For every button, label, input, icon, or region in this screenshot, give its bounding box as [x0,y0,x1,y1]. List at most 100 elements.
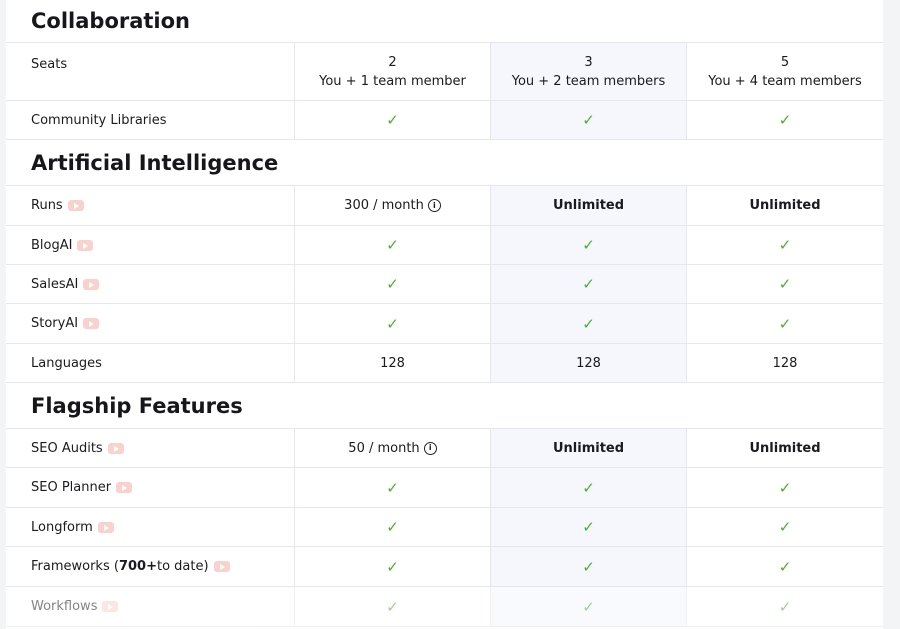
table-row-seo-audits: SEO Audits 50 / month i Unlimited Unlimit… [6,429,883,468]
row-label-text: SEO Planner [31,480,112,495]
value-text: Unlimited [552,198,625,213]
check-icon: ✓ [778,111,792,129]
table-row-runs: Runs 300 / month i Unlimited Unlimited [6,186,883,226]
check-icon: ✓ [386,597,399,616]
row-label-text: BlogAI [31,237,73,253]
row-label-suffix: to date) [156,559,209,574]
row-label-text: Community Libraries [31,112,167,128]
section-title-flagship-features: Flagship Features [6,383,883,429]
value-text: 300 / month [344,198,424,213]
check-icon: ✓ [386,111,399,129]
row-label: Seats [6,43,295,100]
row-label-text: SalesAI [31,276,79,292]
value-text: 50 / month [348,440,420,456]
row-label-text: Workflows [31,599,98,614]
row-label: SEO Planner [6,468,295,507]
pricing-comparison-table: Collaboration Seats 2 You + 1 team membe… [6,0,883,629]
table-row-workflows: Workflows ✓ ✓ ✓ [6,587,883,627]
row-label: StoryAI [6,304,295,343]
video-icon[interactable] [77,239,94,251]
seat-description: You + 2 team members [511,73,666,89]
section-title-artificial-intelligence: Artificial Intelligence [6,140,883,186]
value-text: Unlimited [552,440,625,456]
check-icon: ✓ [386,275,399,293]
seat-description: You + 4 team members [708,73,862,89]
video-icon[interactable] [83,278,100,290]
row-label-text: Seats [31,57,68,72]
row-label: Community Libraries [6,101,295,139]
check-icon: ✓ [778,314,792,333]
seat-count: 2 [388,54,397,70]
plan-3-seats: 5 You + 4 team members [687,43,883,100]
table-row-community-libraries: Community Libraries ✓ ✓ ✓ [6,101,883,140]
row-label: SalesAI [6,265,295,303]
check-icon: ✓ [582,275,595,293]
plan-1-seats: 2 You + 1 team member [295,43,491,100]
check-icon: ✓ [582,518,595,536]
check-icon: ✓ [295,101,491,139]
row-label-text: Languages [31,355,102,371]
check-icon: ✓ [582,111,595,129]
check-icon: ✓ [778,275,792,293]
row-label-text: Longform [31,519,93,535]
row-label: SEO Audits [6,429,295,467]
seat-count: 3 [584,54,593,70]
row-label-text: Runs [31,198,63,213]
value-text: Unlimited [749,440,821,456]
check-icon: ✓ [778,518,792,536]
row-label: Frameworks (700+ to date) [6,547,295,586]
check-icon: ✓ [386,518,399,536]
check-icon: ✓ [778,478,792,497]
runs-value: Unlimited [687,186,883,225]
check-icon: ✓ [386,557,399,576]
plan-2-seats: 3 You + 2 team members [491,43,687,100]
info-icon[interactable]: i [427,199,441,212]
table-row-seats: Seats 2 You + 1 team member 3 You + 2 te… [6,43,883,101]
video-icon[interactable] [83,318,100,329]
table-row-longform: Longform ✓ ✓ ✓ [6,508,883,547]
row-label-text: Frameworks ( [31,559,119,574]
table-row-seo-planner: SEO Planner ✓ ✓ ✓ [6,468,883,508]
table-row-salesai: SalesAI ✓ ✓ ✓ [6,265,883,304]
section-title-collaboration: Collaboration [6,0,883,43]
runs-value: Unlimited [491,186,687,225]
value-text: 128 [772,355,798,371]
row-label: Languages [6,344,295,382]
video-icon[interactable] [107,442,124,454]
check-icon: ✓ [491,101,687,139]
check-icon: ✓ [778,597,792,616]
seat-description: You + 1 team member [319,73,466,89]
check-icon: ✓ [582,597,595,616]
check-icon: ✓ [582,557,595,576]
info-icon[interactable]: i [423,441,437,455]
row-label-text: StoryAI [31,316,79,331]
check-icon: ✓ [582,478,595,497]
row-label: Runs [6,186,295,225]
value-text: 128 [380,355,405,371]
video-icon[interactable] [213,561,230,572]
check-icon: ✓ [687,101,883,139]
table-row-frameworks: Frameworks (700+ to date) ✓ ✓ ✓ [6,547,883,587]
row-label: Workflows [6,587,295,626]
video-icon[interactable] [116,482,133,493]
video-icon[interactable] [102,601,119,612]
row-label: BlogAI [6,226,295,264]
seat-count: 5 [780,54,790,70]
check-icon: ✓ [386,314,399,333]
table-row-blogai: BlogAI ✓ ✓ ✓ [6,226,883,265]
table-row-languages: Languages 128 128 128 [6,344,883,383]
check-icon: ✓ [778,557,792,576]
row-label-emphasis: 700+ [118,559,157,574]
row-label-text: SEO Audits [31,440,103,456]
value-text: Unlimited [749,198,821,213]
check-icon: ✓ [386,236,399,254]
check-icon: ✓ [582,236,595,254]
table-row-storyai: StoryAI ✓ ✓ ✓ [6,304,883,344]
video-icon[interactable] [97,521,114,533]
value-text: 128 [576,355,601,371]
runs-value: 300 / month i [295,186,491,225]
check-icon: ✓ [778,236,792,254]
video-icon[interactable] [67,200,84,211]
check-icon: ✓ [582,314,595,333]
row-label: Longform [6,508,295,546]
